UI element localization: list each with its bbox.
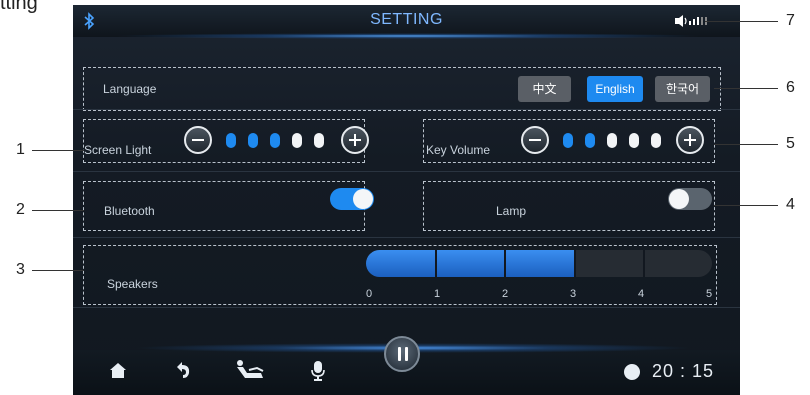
level-pip: [270, 133, 280, 148]
minus-icon: [192, 139, 204, 141]
page-title: SETTING: [370, 11, 443, 28]
key-volume-plus-button[interactable]: [676, 126, 704, 154]
level-pip: [292, 133, 302, 148]
key-volume-label: Key Volume: [426, 143, 491, 157]
callout-line-4: [714, 205, 778, 206]
speakers-segment-divider: [504, 250, 506, 277]
callout-5: 5: [786, 135, 795, 152]
lamp-label: Lamp: [496, 204, 527, 218]
callout-3: 3: [16, 261, 25, 278]
callout-line-3: [32, 270, 84, 271]
back-icon[interactable]: [171, 358, 195, 382]
divider: [73, 307, 740, 308]
lang-english-button[interactable]: English: [587, 76, 643, 102]
divider: [73, 237, 740, 238]
toggle-knob: [353, 189, 373, 209]
document-caption: tting: [0, 0, 38, 14]
top-glow-decoration: [113, 33, 703, 39]
screen-light-plus-button[interactable]: [341, 126, 369, 154]
level-pip: [226, 133, 236, 148]
lamp-toggle[interactable]: [668, 188, 712, 210]
callout-1: 1: [16, 141, 25, 158]
level-pip: [585, 133, 595, 148]
plus-icon-vertical: [689, 134, 691, 146]
speakers-tick-label: 5: [705, 288, 713, 300]
screen-light-label: Screen Light: [84, 143, 152, 157]
callout-4: 4: [786, 196, 795, 213]
level-pip: [607, 133, 617, 148]
callout-line-7: [705, 21, 778, 22]
volume-signal-icon: [675, 15, 707, 27]
settings-screen: SETTING Language 中文 English 한국어 Screen L…: [73, 5, 740, 395]
screen-light-minus-button[interactable]: [184, 126, 212, 154]
plus-icon-vertical: [354, 134, 356, 146]
level-pip: [629, 133, 639, 148]
speakers-segment-divider: [435, 250, 437, 277]
microphone-icon[interactable]: [306, 358, 330, 382]
callout-line-6: [714, 88, 778, 89]
callout-7: 7: [786, 12, 795, 29]
speakers-tick-label: 2: [501, 288, 509, 300]
level-pip: [563, 133, 573, 148]
massage-chair-icon[interactable]: [233, 358, 267, 382]
pause-icon-bar: [405, 347, 408, 361]
speakers-slider-fill: [366, 250, 574, 277]
lang-chinese-button[interactable]: 中文: [518, 76, 571, 102]
speakers-tick-label: 3: [569, 288, 577, 300]
lang-korean-button[interactable]: 한국어: [655, 76, 710, 102]
level-pip: [314, 133, 324, 148]
speakers-label: Speakers: [107, 277, 158, 291]
home-icon[interactable]: [106, 358, 130, 382]
speakers-segment-divider: [574, 250, 576, 277]
callout-line-1: [32, 150, 84, 151]
pause-icon: [398, 347, 401, 361]
speakers-tick-label: 0: [365, 288, 373, 300]
toggle-knob: [669, 189, 689, 209]
pause-button[interactable]: [384, 336, 420, 372]
speakers-tick-label: 4: [637, 288, 645, 300]
callout-2: 2: [16, 201, 25, 218]
callout-line-2: [32, 210, 84, 211]
level-pip: [651, 133, 661, 148]
speakers-segment-divider: [643, 250, 645, 277]
divider: [73, 109, 740, 110]
speakers-tick-label: 1: [433, 288, 441, 300]
bluetooth-label: Bluetooth: [104, 204, 155, 218]
clock-icon: [624, 364, 640, 380]
bluetooth-toggle[interactable]: [330, 188, 374, 210]
key-volume-minus-button[interactable]: [521, 126, 549, 154]
minus-icon: [529, 139, 541, 141]
callout-line-5: [714, 144, 778, 145]
level-pip: [248, 133, 258, 148]
language-label: Language: [103, 82, 157, 96]
divider: [73, 171, 740, 172]
speakers-slider[interactable]: [366, 250, 712, 277]
clock-time: 20 : 15: [652, 361, 715, 381]
callout-6: 6: [786, 79, 795, 96]
